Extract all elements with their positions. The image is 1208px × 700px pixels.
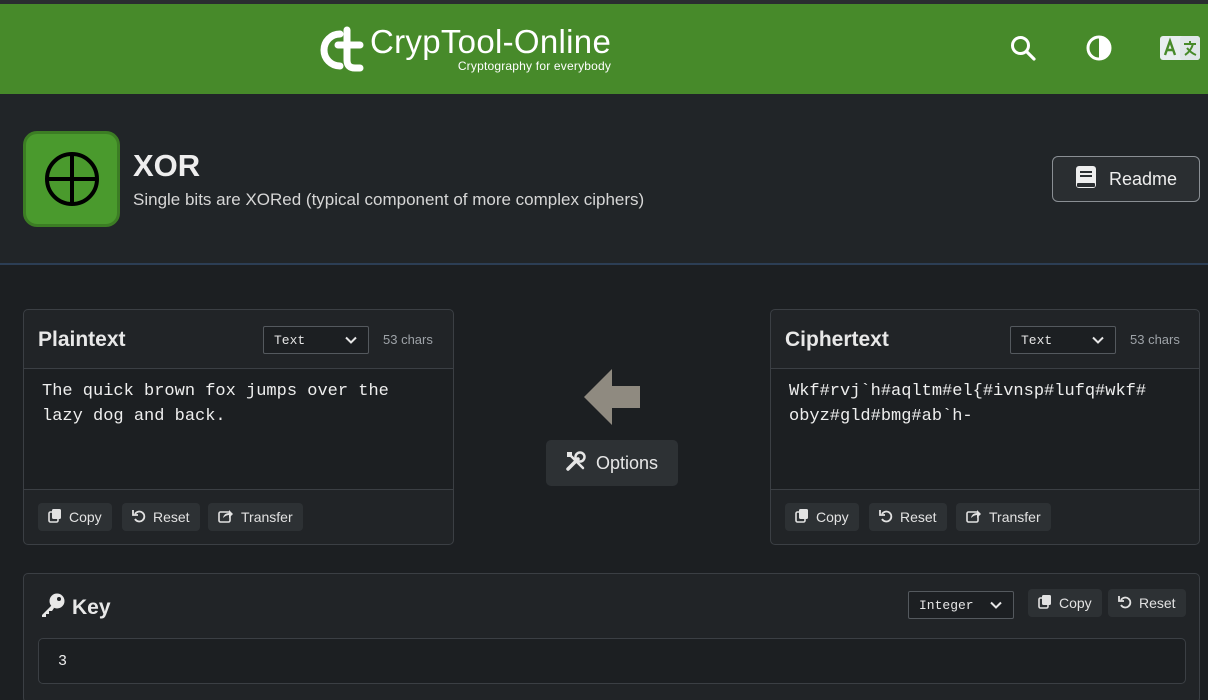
search-icon[interactable] <box>1008 33 1038 63</box>
transfer-label: Transfer <box>241 509 293 525</box>
copy-icon <box>795 508 809 526</box>
tool-header: XOR Single bits are XORed (typical compo… <box>0 94 1208 265</box>
key-panel: Key Integer Copy Reset 3 <box>23 573 1200 700</box>
tools-icon <box>566 450 586 476</box>
copy-icon <box>48 508 62 526</box>
key-icon <box>40 592 66 623</box>
key-format-select[interactable]: Integer <box>908 591 1014 619</box>
tool-description: Single bits are XORed (typical component… <box>133 190 645 209</box>
key-copy-button[interactable]: Copy <box>1028 589 1102 617</box>
arrow-left-icon[interactable] <box>582 368 642 426</box>
reset-icon <box>1118 595 1132 612</box>
ciphertext-transfer-button[interactable]: Transfer <box>956 503 1051 531</box>
language-icon[interactable] <box>1160 33 1200 63</box>
book-icon <box>1075 165 1097 194</box>
ciphertext-copy-button[interactable]: Copy <box>785 503 859 531</box>
plaintext-char-count: 53 chars <box>383 332 433 347</box>
key-value: 3 <box>58 652 68 670</box>
logo-subtitle: Cryptography for everybody <box>457 59 612 73</box>
plaintext-transfer-button[interactable]: Transfer <box>208 503 303 531</box>
chevron-down-icon <box>990 599 1002 615</box>
readme-button[interactable]: Readme <box>1052 156 1200 202</box>
ciphertext-format-value: Text <box>1021 332 1053 348</box>
site-header: CrypTool-Online Cryptography for everybo… <box>0 4 1208 94</box>
plaintext-format-select[interactable]: Text <box>263 326 369 354</box>
plaintext-format-value: Text <box>274 332 306 348</box>
key-reset-button[interactable]: Reset <box>1108 589 1186 617</box>
plaintext-title: Plaintext <box>38 328 126 351</box>
logo-title: CrypTool-Online <box>370 23 612 60</box>
copy-icon <box>1038 594 1052 612</box>
logo-mark-icon <box>316 24 372 74</box>
chevron-down-icon <box>345 334 357 350</box>
key-input[interactable]: 3 <box>38 638 1186 684</box>
xor-circle-icon <box>23 131 120 227</box>
ciphertext-reset-button[interactable]: Reset <box>869 503 947 531</box>
readme-label: Readme <box>1108 168 1178 189</box>
reset-label: Reset <box>1139 595 1176 611</box>
ciphertext-char-count: 53 chars <box>1130 332 1180 347</box>
transfer-label: Transfer <box>989 509 1041 525</box>
plaintext-copy-button[interactable]: Copy <box>38 503 112 531</box>
tool-title: XOR <box>133 148 201 183</box>
ciphertext-output[interactable]: Wkf#rvj`h#aqltm#el{#ivnsp#lufq#wkf# obyz… <box>771 368 1199 490</box>
reset-icon <box>879 509 893 526</box>
reset-label: Reset <box>153 509 190 525</box>
plaintext-input[interactable]: The quick brown fox jumps over the lazy … <box>24 368 453 490</box>
site-logo[interactable]: CrypTool-Online Cryptography for everybo… <box>316 24 611 74</box>
reset-label: Reset <box>900 509 937 525</box>
options-label: Options <box>595 452 659 473</box>
key-format-value: Integer <box>919 597 974 613</box>
copy-label: Copy <box>69 509 102 525</box>
reset-icon <box>132 509 146 526</box>
ciphertext-panel: Ciphertext Text 53 chars Wkf#rvj`h#aqltm… <box>770 309 1200 545</box>
share-icon <box>966 509 982 526</box>
plaintext-panel: Plaintext Text 53 chars The quick brown … <box>23 309 454 545</box>
ciphertext-title: Ciphertext <box>785 328 889 351</box>
plaintext-reset-button[interactable]: Reset <box>122 503 200 531</box>
copy-label: Copy <box>1059 595 1092 611</box>
options-button[interactable]: Options <box>546 440 678 486</box>
key-title: Key <box>72 595 111 619</box>
ciphertext-format-select[interactable]: Text <box>1010 326 1116 354</box>
chevron-down-icon <box>1092 334 1104 350</box>
copy-label: Copy <box>816 509 849 525</box>
share-icon <box>218 509 234 526</box>
contrast-icon[interactable] <box>1084 33 1114 63</box>
